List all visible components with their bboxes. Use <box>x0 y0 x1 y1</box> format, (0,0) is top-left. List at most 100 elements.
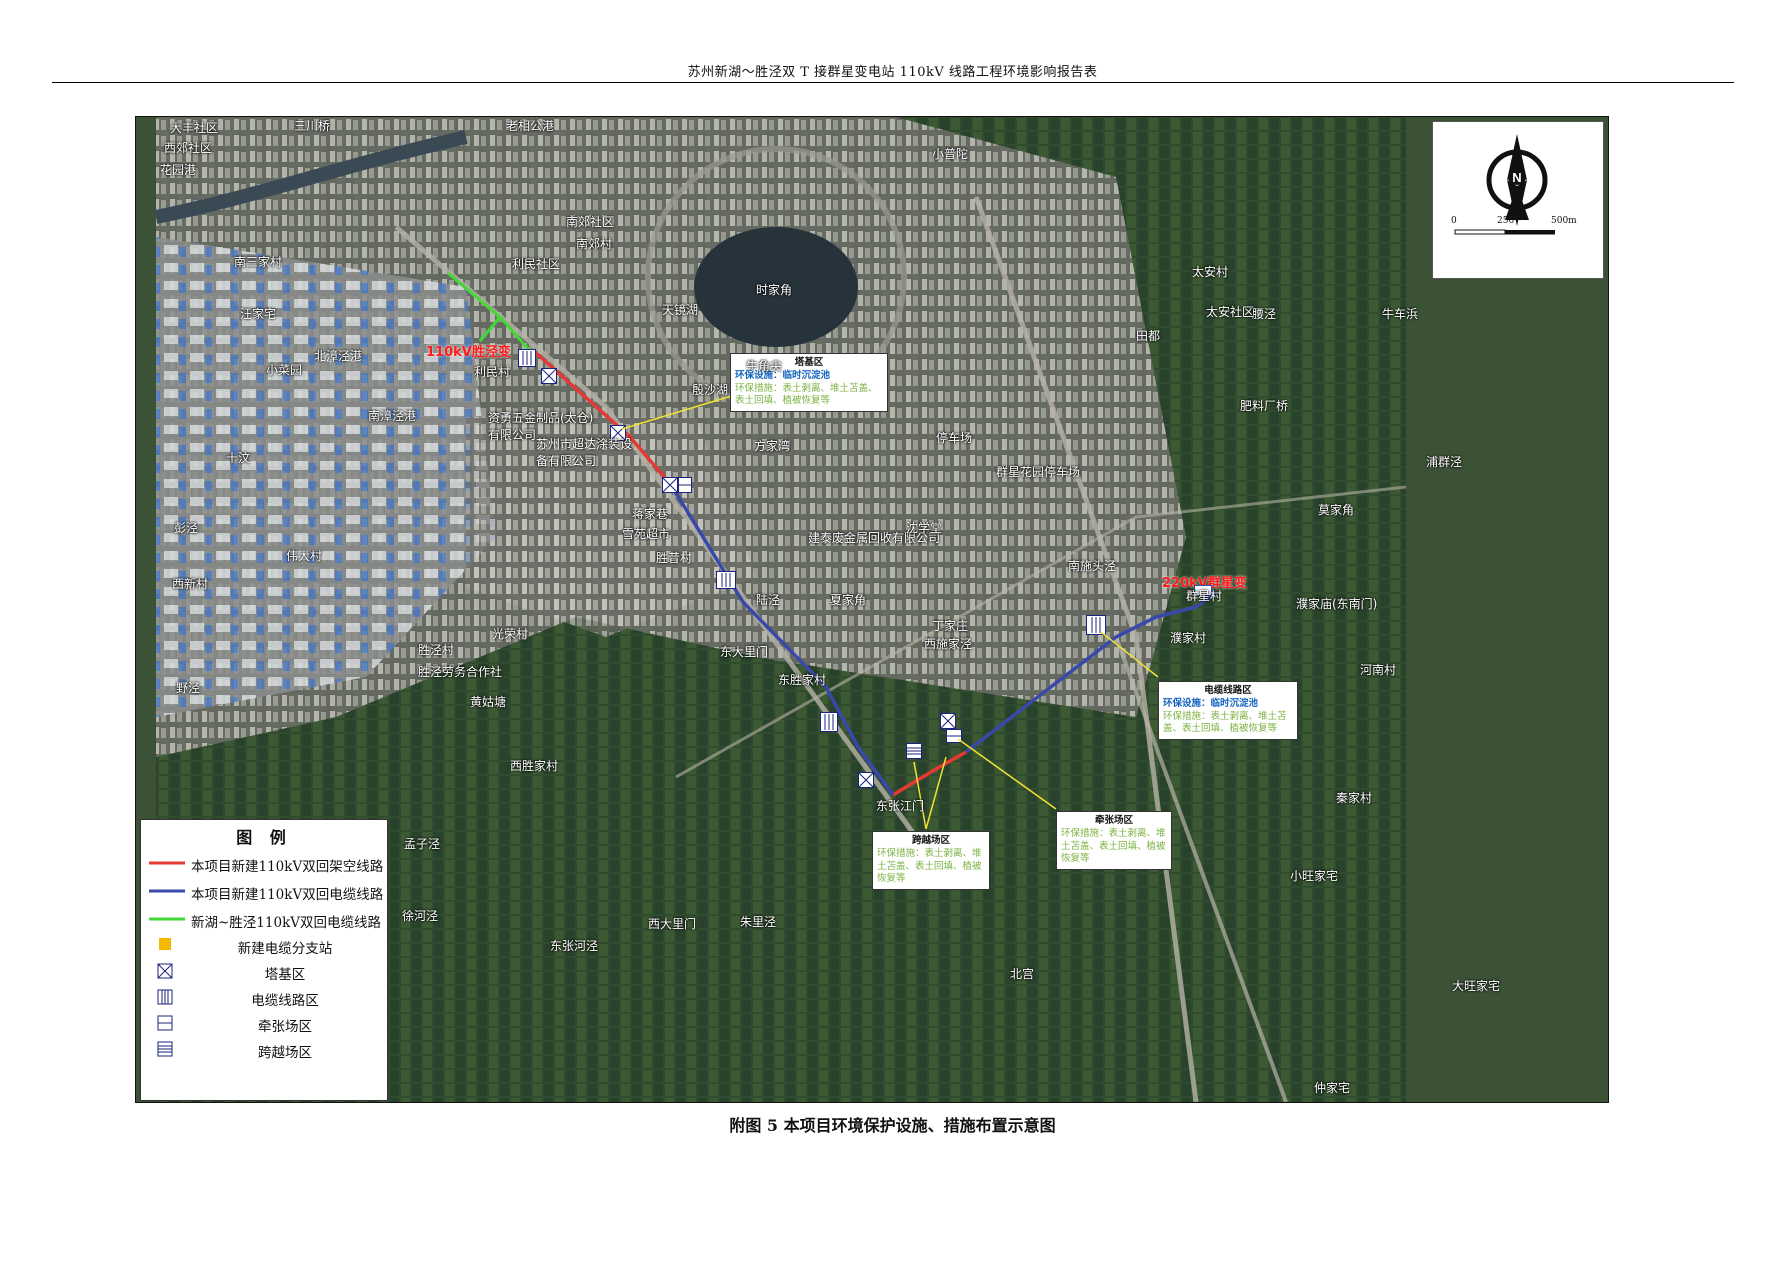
north-arrow-box: N 0 250 500m <box>1432 121 1604 279</box>
place-label: 牛车浜 <box>1382 307 1419 321</box>
red-line-icon <box>149 861 185 865</box>
place-label: 太安社区 <box>1206 305 1255 319</box>
place-label: 孟子泾 <box>404 837 441 851</box>
place-label: 南三家村 <box>234 255 283 269</box>
place-label: 小菜园 <box>266 363 303 377</box>
place-label: 天镜湖 <box>662 303 699 317</box>
place-label: 光荣村 <box>492 627 529 641</box>
yellow-square-icon <box>159 938 171 950</box>
callout-title: 牵张场区 <box>1094 815 1133 826</box>
place-label: 朱里泾 <box>740 915 777 929</box>
place-label: 腰泾 <box>1252 307 1277 321</box>
scale-label-500: 500m <box>1551 216 1577 226</box>
place-label: 丁家庄 <box>932 619 969 633</box>
callout-measures: 环保措施：表土剥离、堆土苫盖、表土回填、植被恢复等 <box>877 847 982 885</box>
legend-label: 电缆线路区 <box>251 993 319 1009</box>
place-label: 莫家角 <box>1318 503 1355 517</box>
place-label: 肥料厂桥 <box>1240 399 1289 413</box>
crossing-area-icon <box>157 1041 173 1057</box>
place-label: 利民村 <box>474 365 511 379</box>
callout-measures: 环保措施：表土剥离、堆土苫盖、表土回填、植被恢复等 <box>1163 710 1287 735</box>
callout-cable-area: 电缆线路区 环保设施：临时沉淀池 环保措施：表土剥离、堆土苫盖、表土回填、植被恢… <box>1158 681 1298 741</box>
place-label: 濮家庙(东南门) <box>1296 597 1378 611</box>
place-label: 小普陀 <box>932 147 969 161</box>
place-label: 大旺家宅 <box>1452 979 1501 993</box>
place-label: 黄姑塘 <box>470 695 507 709</box>
place-label: 雪苑超市 <box>622 527 671 541</box>
callout-pulling-area: 牵张场区 环保措施：表土剥离、堆土苫盖、表土回填、植被恢复等 <box>1056 811 1172 871</box>
place-label: 西新村 <box>172 577 209 591</box>
place-label: 胜泾村 <box>418 643 455 657</box>
place-label: 伟大村 <box>286 549 323 563</box>
place-label: 三川桥 <box>294 119 331 133</box>
blue-line-icon <box>149 889 185 893</box>
scale-label-250: 250 <box>1497 216 1515 226</box>
place-label: 方家湾 <box>754 439 791 453</box>
legend-item: 塔基区 <box>141 958 387 984</box>
north-letter: N <box>1508 170 1526 185</box>
place-label: 大丰社区 <box>170 121 219 135</box>
place-label: 陆泾 <box>756 593 781 607</box>
place-label: 河南村 <box>1360 663 1397 677</box>
place-label: 南郊社区 <box>566 215 615 229</box>
place-label: 沈学堂 <box>906 521 943 535</box>
place-label: 徐河泾 <box>402 909 439 923</box>
place-label: 东张河泾 <box>550 939 599 953</box>
place-label: 西胜家村 <box>510 759 559 773</box>
place-label: 秦家村 <box>1336 791 1373 805</box>
callout-facility: 环保设施：临时沉淀池 <box>1163 697 1259 709</box>
callout-title: 跨越场区 <box>911 835 950 846</box>
place-label: 浦群泾 <box>1426 455 1463 469</box>
place-label: 彭泾 <box>174 521 199 535</box>
legend-item: 跨越场区 <box>141 1036 387 1062</box>
place-label: 南漳泾港 <box>368 409 417 423</box>
place-label: 群星村 <box>1186 589 1223 603</box>
place-label: 殷沙湖 <box>692 383 729 397</box>
legend-label: 新湖~胜泾110kV双回电缆线路 <box>191 915 382 931</box>
place-label: 蒋家巷 <box>632 507 669 521</box>
legend-item: 新建电缆分支站 <box>141 932 387 958</box>
place-label: 胜昔村 <box>656 551 693 565</box>
place-label: 群星花园停车场 <box>996 465 1081 479</box>
place-label: 南施头泾 <box>1068 559 1117 573</box>
place-label: 时家角 <box>756 283 793 297</box>
place-label: 汪家宅 <box>240 307 277 321</box>
legend-label: 本项目新建110kV双回电缆线路 <box>191 887 384 903</box>
place-label: 老相公港 <box>506 119 555 133</box>
place-label: 东张江门 <box>876 799 925 813</box>
legend-label: 跨越场区 <box>258 1045 312 1061</box>
legend-item: 牵张场区 <box>141 1010 387 1036</box>
place-label: 花园港 <box>160 163 197 177</box>
figure-caption: 附图 5 本项目环境保护设施、措施布置示意图 <box>729 1116 1056 1135</box>
place-label: 西施家泾 <box>924 637 973 651</box>
callout-measures: 环保措施：表土剥离、堆土苫盖、表土回填、植被恢复等 <box>735 382 878 407</box>
legend-item: 本项目新建110kV双回电缆线路 <box>141 878 387 904</box>
green-line-icon <box>149 917 185 921</box>
place-label: 东胜家村 <box>778 673 827 687</box>
place-label: 野泾 <box>176 681 201 695</box>
place-label: 濮家村 <box>1170 631 1207 645</box>
place-label: 田都 <box>1136 329 1161 343</box>
place-label: 利民社区 <box>512 257 561 271</box>
map-frame: 110kV胜泾变 220kV群星变 塔基区 环保设施：临时沉淀池 环保措施：表土… <box>135 116 1609 1103</box>
scale-label-0: 0 <box>1451 216 1457 226</box>
place-label: 夏家角 <box>830 593 867 607</box>
place-label: 十汶 <box>226 451 251 465</box>
cable-area-icon <box>157 989 173 1005</box>
place-label: 胜泾劳务合作社 <box>418 665 503 679</box>
legend-label: 塔基区 <box>264 967 306 983</box>
place-label: 北宫 <box>1010 967 1035 981</box>
legend-label: 牵张场区 <box>258 1019 312 1035</box>
callout-title: 电缆线路区 <box>1204 685 1252 696</box>
place-label: 小旺家宅 <box>1290 869 1339 883</box>
callout-crossing-area: 跨越场区 环保措施：表土剥离、堆土苫盖、表土回填、植被恢复等 <box>872 831 990 891</box>
north-arrow-icon <box>1454 134 1555 235</box>
legend-item: 本项目新建110kV双回架空线路 <box>141 850 387 876</box>
place-label: 南郊村 <box>576 237 613 251</box>
tower-area-icon <box>157 963 173 979</box>
place-label: 西大里门 <box>648 917 697 931</box>
place-label: 太安村 <box>1192 265 1229 279</box>
place-label: 东大里门 <box>720 645 769 659</box>
legend-item: 新湖~胜泾110kV双回电缆线路 <box>141 906 387 932</box>
place-label: 仲家宅 <box>1314 1081 1351 1095</box>
